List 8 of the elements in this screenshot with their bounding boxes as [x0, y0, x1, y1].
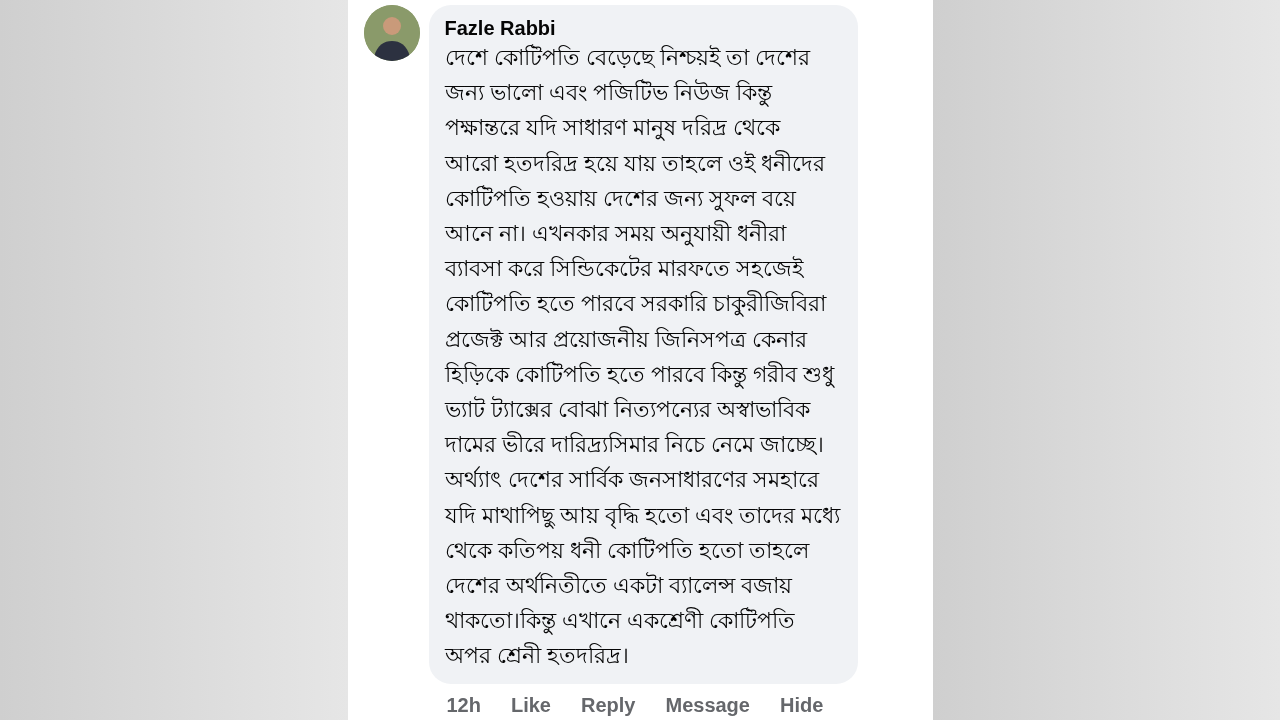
action-link[interactable]: Message: [665, 693, 750, 717]
timestamp[interactable]: 12h: [446, 693, 481, 717]
action-link[interactable]: Hide: [779, 693, 824, 717]
author-name[interactable]: Fazle Rabbi: [444, 17, 841, 40]
action-link[interactable]: Like: [510, 693, 551, 717]
avatar-icon[interactable]: [363, 5, 420, 61]
comment-text: দেশে কোটিপতি বেড়েছে নিশ্চয়ই তা দেশের জন্য ভালো এবং পজিটিভ নিউজ কিন্তু পক্ষান্তরে যদি সাধারণ মানুষ দরিদ্র থেকে আরো হতদরিদ্র হয়ে যায় তাহলে ওই ধনীদের কোটিপতি হওয়ায় দেশের জন্য সুফল বয়ে আনে না। এখনকার সময় অনুযায়ী ধনীরা ব্যাবসা করে সিন্ডিকেটের মারফতে সহজেই কোটিপতি হতে পারবে সরকারি চাকুরীজিবিরা প্রজেক্ট আর প্রয়োজনীয় জিনিসপত্র কেনার হিড়িকে কোটিপতি হতে পারবে কিন্তু গরীব শুধু ভ্যাট ট্যাক্সের বোঝা নিত্যপন্যের অস্বাভাবিক দামের ভীরে দারিদ্র্যসিমার নিচে নেমে জাচ্ছে। অর্থ্যাৎ দেশের সার্বিক জনসাধারণের সমহারে যদি মাথাপিছু আয় বৃদ্ধি হতো এবং তাদের মধ্যে থেকে কতিপয় ধনী কোটিপতি হতো তাহলে দেশের অর্থনিতীতে একটা ব্যালেন্স বজায় থাকতো।কিন্তু এখানে একশ্রেণী কোটিপতি অপর শ্রেনী হতদরিদ্র।: [444, 43, 841, 671]
action-link[interactable]: Reply: [581, 693, 636, 717]
